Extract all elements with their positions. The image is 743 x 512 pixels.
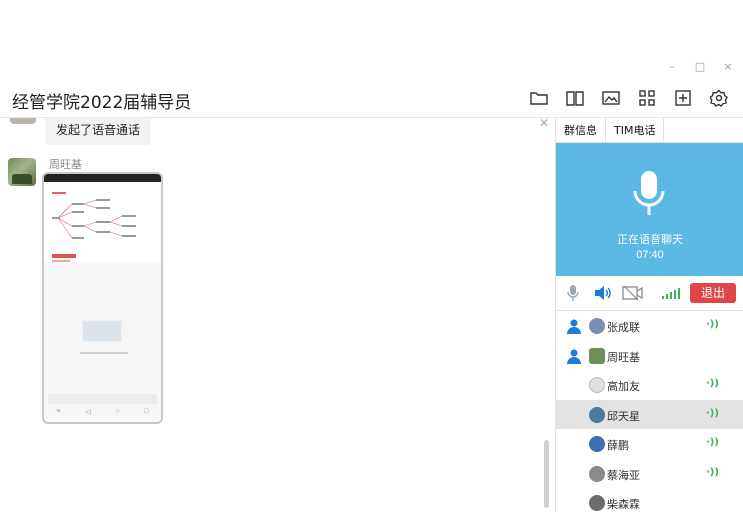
chat-area[interactable]: ✕ 发起了语音通话 周旺基 ≡ ◁ ○ □	[0, 116, 555, 512]
avatar	[589, 495, 605, 511]
speaking-icon: ·))	[706, 378, 719, 389]
list-item[interactable]: 柴森霖	[556, 488, 743, 512]
avatar	[589, 347, 605, 364]
group-title: 经管学院2022届辅导员	[12, 93, 192, 113]
avatar	[589, 436, 605, 452]
speaking-icon: ·))	[706, 466, 719, 478]
close-icon[interactable]: ✕	[539, 116, 549, 130]
menu-icon: ≡	[56, 408, 61, 415]
member-name: 邱天星	[607, 409, 640, 423]
chat-header: 经管学院2022届辅导员	[0, 80, 743, 118]
placeholder-image	[82, 320, 122, 342]
avatar	[589, 465, 605, 482]
mic-toggle-icon[interactable]	[566, 284, 580, 302]
avatar[interactable]	[8, 158, 36, 186]
panel-tabs: 群信息 TIM电话	[556, 118, 743, 143]
close-window-button[interactable]: ×	[721, 60, 735, 73]
book-icon[interactable]	[565, 88, 585, 108]
host-user-icon	[567, 349, 581, 364]
apps-icon[interactable]	[637, 88, 657, 108]
minimize-button[interactable]: –	[665, 60, 679, 73]
placeholder-caption	[80, 352, 128, 354]
red-subline	[52, 260, 70, 262]
list-item[interactable]: 邱天星 ·))	[556, 399, 743, 429]
app-window: – □ × 经管学院2022届辅导员 ✕ 发起了语音通话 周旺基 ≡ ◁ ○ □…	[0, 0, 743, 512]
member-name: 柴森霖	[607, 498, 640, 511]
phone-nav-bar: ≡ ◁ ○ □	[44, 408, 161, 420]
phone-screenshot-content	[44, 182, 161, 262]
chat-scrollbar[interactable]	[544, 440, 549, 508]
voice-call-box: 正在语音聊天 07:40	[556, 143, 743, 276]
call-controls: 退出	[556, 276, 743, 311]
header-toolbar	[529, 88, 729, 108]
microphone-icon	[633, 171, 665, 215]
phone-statusbar	[44, 174, 161, 182]
speaking-icon: ·))	[706, 407, 719, 419]
image-icon[interactable]	[601, 88, 621, 108]
speaker-icon[interactable]	[594, 284, 612, 302]
system-message: 发起了语音通话	[45, 118, 151, 145]
member-name: 蔡海亚	[607, 468, 640, 482]
home-icon: ○	[115, 408, 120, 415]
settings-icon[interactable]	[709, 88, 729, 108]
window-controls: – □ ×	[665, 60, 735, 73]
avatar	[589, 406, 605, 423]
add-icon[interactable]	[673, 88, 693, 108]
avatar	[589, 318, 605, 334]
mindmap-thumbnail	[52, 192, 136, 239]
right-panel: 群信息 TIM电话 正在语音聊天 07:40 退出 张成联 ·)) 周旺基 高加…	[555, 118, 743, 512]
image-message[interactable]: ≡ ◁ ○ □	[42, 172, 163, 424]
call-duration: 07:40	[636, 249, 664, 261]
member-name: 张成联	[607, 321, 640, 334]
camera-off-icon[interactable]	[622, 284, 644, 302]
host-user-icon	[567, 319, 581, 334]
avatar	[589, 377, 605, 393]
maximize-button[interactable]: □	[693, 60, 707, 73]
list-item[interactable]: 周旺基	[556, 341, 743, 371]
folder-icon[interactable]	[529, 88, 549, 108]
call-status: 正在语音聊天	[617, 233, 683, 246]
exit-call-button[interactable]: 退出	[690, 283, 736, 303]
signal-icon	[661, 284, 681, 302]
red-heading	[52, 254, 76, 258]
list-item[interactable]: 蔡海亚 ·))	[556, 459, 743, 489]
member-list: 张成联 ·)) 周旺基 高加友 ·)) 邱天星 ·)) 薛鹏 ·)) 蔡海亚 ·…	[556, 311, 743, 512]
back-icon: ◁	[85, 409, 91, 416]
member-name: 薛鹏	[607, 439, 629, 452]
tab-tim-call[interactable]: TIM电话	[606, 118, 665, 142]
message-sender: 周旺基	[49, 158, 82, 171]
speaking-icon: ·))	[706, 437, 719, 448]
recent-icon: □	[144, 408, 149, 415]
member-name: 周旺基	[607, 350, 640, 364]
list-item[interactable]: 张成联 ·))	[556, 311, 743, 341]
speaking-icon: ·))	[706, 319, 719, 330]
tab-group-info[interactable]: 群信息	[556, 118, 606, 142]
avatar[interactable]	[10, 118, 36, 124]
list-item[interactable]: 高加友 ·))	[556, 370, 743, 400]
member-name: 高加友	[607, 380, 640, 393]
phone-input-bar	[48, 394, 157, 404]
list-item[interactable]: 薛鹏 ·))	[556, 429, 743, 459]
